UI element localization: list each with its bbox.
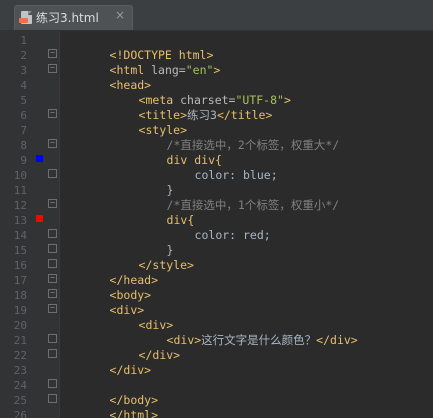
line-number: 19 (13, 304, 27, 317)
fold-end-icon[interactable] (48, 349, 57, 358)
html-badge-icon (19, 18, 28, 23)
red-color-swatch-icon[interactable] (36, 215, 43, 222)
line-number: 21 (13, 334, 27, 347)
code-line-11: /*直接选中，1个标签，权重小*/ (125, 183, 340, 212)
code-line-9: color: blue; (153, 153, 278, 182)
code-line-18: <div> (68, 288, 145, 317)
line-number: 25 (13, 394, 27, 407)
line-number: 23 (13, 364, 27, 377)
code-line-13: color: red; (153, 213, 271, 242)
line-number: 12 (13, 199, 27, 212)
code-line-10: } (125, 168, 174, 197)
code-line-17: <body> (68, 273, 152, 302)
line-number: 22 (13, 349, 27, 362)
fold-end-icon[interactable] (48, 244, 57, 253)
line-number: 7 (20, 124, 27, 137)
blue-color-swatch-icon[interactable] (36, 155, 43, 162)
declaration-token: color: red; (194, 228, 271, 242)
tag-token: </title> (216, 108, 273, 122)
line-number: 8 (20, 139, 27, 152)
tag-token: </html> (109, 408, 159, 418)
fold-end-icon[interactable] (48, 169, 57, 178)
line-number: 26 (13, 409, 27, 418)
line-number: 3 (20, 64, 27, 77)
fold-open-icon[interactable]: − (48, 304, 57, 313)
fold-open-icon[interactable]: − (48, 199, 57, 208)
code-line-20: <div>这行文字是什么颜色？</div> (125, 318, 358, 347)
line-number: 9 (20, 154, 27, 167)
code-line-5: <title>练习3</title> (97, 93, 273, 122)
fold-end-icon[interactable] (48, 259, 57, 268)
declaration-token: color: blue; (194, 168, 278, 182)
line-number: 17 (13, 274, 27, 287)
tab-file[interactable]: 练习3.html × (14, 5, 133, 30)
code-line-25: </html> (68, 393, 158, 418)
editor-tab-bar: 练习3.html × (0, 0, 433, 31)
code-line-12: div{ (125, 198, 195, 227)
code-area[interactable]: <!DOCTYPE html> <html lang="en"> <head> … (60, 31, 433, 418)
tag-token: > (283, 93, 291, 107)
code-line-2: <html lang="en"> (68, 48, 221, 77)
code-line-4: <meta charset="UTF-8"> (97, 78, 291, 107)
fold-open-icon[interactable]: − (48, 64, 57, 73)
line-number: 6 (20, 109, 27, 122)
line-number: 10 (13, 169, 27, 182)
close-icon[interactable]: × (115, 8, 125, 22)
attr-value-token: "en" (185, 63, 214, 77)
line-number: 24 (13, 379, 27, 392)
attr-token: lang= (151, 63, 186, 77)
tag-token: </div> (109, 363, 152, 377)
line-number: 16 (13, 259, 27, 272)
line-number: 11 (13, 184, 27, 197)
fold-end-icon[interactable] (48, 334, 57, 343)
code-line-21: </div> (97, 333, 181, 362)
vertical-scrollbar[interactable] (427, 31, 433, 418)
code-line-24: </body> (68, 378, 158, 407)
line-number: 18 (13, 289, 27, 302)
code-line-16: </head> (68, 258, 158, 287)
code-line-19: <div> (97, 303, 174, 332)
code-line-1: <!DOCTYPE html> (68, 33, 214, 62)
line-number: 14 (13, 229, 27, 242)
code-line-6: <style> (97, 108, 187, 137)
code-line-15: </style> (97, 243, 194, 272)
fold-end-icon[interactable] (48, 229, 57, 238)
fold-open-icon[interactable]: − (48, 109, 57, 118)
text-token: 这行文字是什么颜色？ (201, 333, 317, 347)
fold-end-icon[interactable] (48, 379, 57, 388)
text-token: 练习3 (187, 108, 217, 122)
fold-open-icon[interactable]: − (48, 139, 57, 148)
fold-open-icon[interactable]: − (48, 49, 57, 58)
line-number: 4 (20, 79, 27, 92)
line-number: 13 (13, 214, 27, 227)
fold-open-icon[interactable]: − (48, 274, 57, 283)
code-line-22: </div> (68, 348, 152, 377)
tag-token: </div> (316, 333, 358, 347)
code-line-14: } (125, 228, 174, 257)
line-number: 2 (20, 49, 27, 62)
tab-title: 练习3.html (36, 11, 99, 25)
line-number: 15 (13, 244, 27, 257)
fold-open-icon[interactable]: − (48, 289, 57, 298)
fold-end-icon[interactable] (48, 394, 57, 403)
tag-token: > (213, 63, 221, 77)
line-number: 20 (13, 319, 27, 332)
code-line-8: div div{ (125, 138, 222, 167)
code-line-3: <head> (68, 63, 152, 92)
line-number: 5 (20, 94, 27, 107)
code-line-7: /*直接选中，2个标签，权重大*/ (125, 123, 340, 152)
gutter: 1 2 3 4 5 6 7 8 9 10 11 12 13 14 15 16 1… (0, 31, 60, 418)
code-editor: 练习3.html × 1 2 3 4 5 6 7 8 9 10 11 12 13… (0, 0, 433, 418)
line-number: 1 (20, 34, 27, 47)
